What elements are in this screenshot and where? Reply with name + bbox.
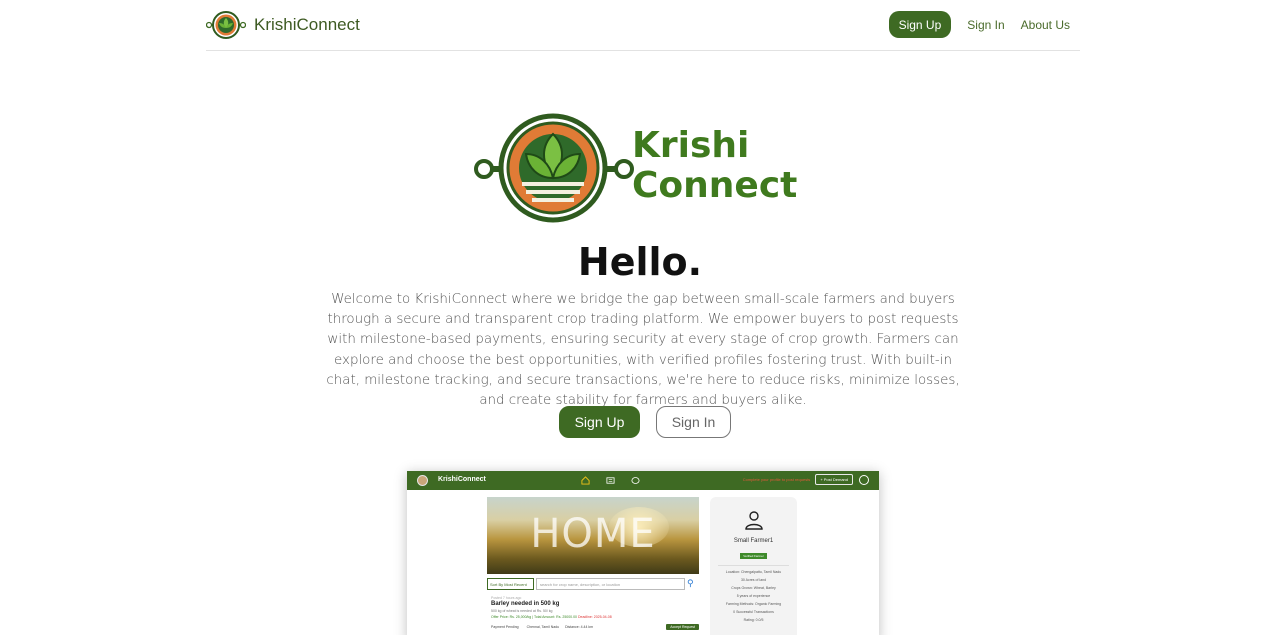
profile-avatar-icon [744,511,763,530]
preview-profile-location: Location: Chengalpattu, Tamil Nadu [725,570,782,574]
preview-request-footer: Payment Pending Chennai, Tamil Nadu Dist… [491,624,699,630]
preview-profile-rating: Rating: 0.0/5 [743,618,764,622]
brand-name: KrishiConnect [254,15,360,34]
hero-signup-button[interactable]: Sign Up [559,406,640,438]
preview-profile-method: Farming Methods: Organic Farming [725,602,782,606]
preview-logo-icon [417,475,428,486]
navbar: KrishiConnect Sign Up Sign In About Us [206,0,1080,51]
preview-price-offer: Offer Price: Rs. 25,000/kg | Total Amoun… [491,615,577,619]
hero-emblem-icon [474,113,634,223]
preview-nav-icons [579,474,654,486]
brand[interactable]: KrishiConnect [206,10,360,40]
preview-profile-transactions: 0 Successful Transactions [733,610,774,614]
preview-divider [718,565,789,566]
preview-request-meta: Posted 7 hours ago [491,596,522,600]
preview-request-distance: Distance: 4.44 km [565,625,594,629]
preview-search-input: search for crop name, description, or lo… [536,578,685,590]
preview-hero-text: HOME [530,511,656,557]
preview-hero-banner: HOME [487,497,699,574]
preview-request-location: Chennai, Tamil Nadu [526,625,560,629]
preview-warning: Complete your profile to post requests [742,477,811,482]
user-icon [859,474,869,485]
app-preview-image: KrishiConnect Complete your profile to p… [407,471,879,635]
preview-profile-card: Small Farmer1 Verified Farmer Location: … [710,497,797,635]
preview-accept-button: Accept Request [666,624,699,630]
hero-heading: Hello. [577,240,703,284]
preview-request-status: Payment Pending [491,625,519,629]
nav-about-link[interactable]: About Us [1021,18,1070,32]
nav-signup-button[interactable]: Sign Up [888,11,952,38]
hero-logo-line2: Connect [632,165,798,206]
krishiconnect-logo-icon [206,11,246,39]
preview-brand: KrishiConnect [438,476,486,483]
preview-request-card: Posted 7 hours ago Barley needed in 500 … [491,596,699,630]
preview-price-due: Deadline: 2025-04-08 [577,615,612,619]
preview-request-title: Barley needed in 500 kg [491,601,560,607]
preview-request-sub: 500 kg of wheat is needed at Rs. 50/ kg [491,609,553,613]
hero-logo: Krishi Connect [474,112,814,224]
preview-profile-name: Small Farmer1 [733,538,774,544]
preview-post-area: Complete your profile to post requests +… [743,474,869,485]
requests-icon [604,474,616,486]
preview-search-bar: Sort By Most Recent search for crop name… [487,578,699,590]
search-icon: ⚲ [687,578,694,588]
preview-profile-experience: 5 years of experience [736,594,771,598]
hero-logo-text: Krishi Connect [632,126,797,206]
preview-profile-land: 30 Acres of land [740,578,767,582]
hero-logo-line1: Krishi [632,125,750,166]
preview-navbar: KrishiConnect Complete your profile to p… [407,471,879,490]
hero-intro: Welcome to KrishiConnect where we bridge… [326,292,960,409]
chat-icon [629,474,641,486]
hero-signin-button[interactable]: Sign In [656,406,731,438]
hero-buttons: Sign Up Sign In [0,406,1280,438]
home-icon [579,474,591,486]
preview-profile-crops: Crops Grown: Wheat, Barley [731,586,776,590]
preview-profile-badge: Verified Farmer [740,553,767,559]
preview-request-price: Offer Price: Rs. 25,000/kg | Total Amoun… [491,615,699,619]
nav-actions: Sign Up Sign In About Us [888,11,1070,38]
preview-post-button: + Post Demand [815,474,853,485]
nav-signin-link[interactable]: Sign In [967,18,1004,32]
preview-sort-select: Sort By Most Recent [487,578,534,590]
